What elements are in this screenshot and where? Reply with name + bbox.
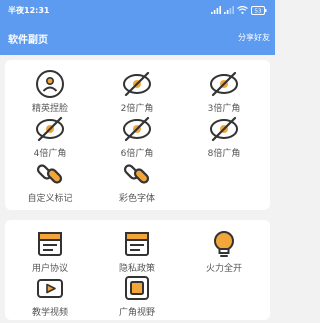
eye-slash-icon (123, 71, 151, 97)
face-icon (36, 70, 64, 98)
wifi-icon (237, 6, 248, 14)
status-bar: 半夜12:31 53 (0, 0, 275, 20)
app-header: 半夜12:31 53 软件副页 分享好友 (0, 0, 275, 55)
battery-icon: 53 (251, 5, 267, 15)
tool-label: 火力全开 (205, 264, 242, 274)
feature-4x[interactable]: 4倍广角 (15, 113, 85, 159)
feature-2x[interactable]: 2倍广角 (102, 68, 172, 114)
feature-3x[interactable]: 3倍广角 (189, 68, 259, 114)
eye-slash-icon (36, 116, 64, 142)
eye-slash-icon (210, 116, 238, 142)
tool-wide-view[interactable]: 广角视野 (102, 272, 172, 318)
signal-icon-2 (224, 6, 234, 14)
tool-label: 广角视野 (118, 308, 155, 318)
share-button[interactable]: 分享好友 (238, 32, 270, 43)
feature-color-font[interactable]: 彩色字体 (102, 158, 172, 204)
video-icon (37, 279, 63, 298)
status-time: 半夜12:31 (8, 6, 50, 15)
tool-privacy-policy[interactable]: 隐私政策 (102, 228, 172, 274)
lightbulb-icon (214, 231, 234, 257)
tool-user-agreement[interactable]: 用户协议 (15, 228, 85, 274)
feature-card: 精英捏脸 2倍广角 3倍广角 4倍广角 6倍广角 8倍广角 自定义标记 彩色字体 (5, 60, 270, 210)
tools-card: 用户协议 隐私政策 火力全开 教学视频 广角视野 (5, 220, 270, 320)
feature-label: 彩色字体 (118, 194, 155, 204)
tool-label: 教学视频 (31, 308, 68, 318)
eye-slash-icon (210, 71, 238, 97)
feature-label: 自定义标记 (27, 194, 73, 204)
title-bar: 软件副页 分享好友 (0, 28, 275, 48)
feature-label: 8倍广角 (207, 149, 241, 159)
battery-level: 53 (255, 8, 262, 14)
link-icon (36, 164, 63, 184)
page-title: 软件副页 (8, 35, 48, 46)
feature-6x[interactable]: 6倍广角 (102, 113, 172, 159)
crop-icon (125, 276, 149, 300)
document-icon (38, 232, 62, 256)
feature-face[interactable]: 精英捏脸 (15, 68, 85, 114)
feature-8x[interactable]: 8倍广角 (189, 113, 259, 159)
link-icon (123, 164, 150, 184)
tool-tutorial-video[interactable]: 教学视频 (15, 272, 85, 318)
eye-slash-icon (123, 116, 151, 142)
feature-custom-mark[interactable]: 自定义标记 (15, 158, 85, 204)
document-icon (125, 232, 149, 256)
tool-full-power[interactable]: 火力全开 (189, 228, 259, 274)
status-icons: 53 (211, 3, 267, 17)
signal-icon (211, 6, 221, 14)
